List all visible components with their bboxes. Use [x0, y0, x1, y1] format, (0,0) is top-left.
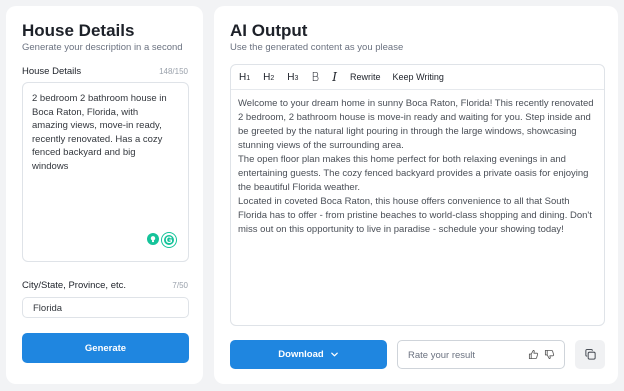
generate-button-label: Generate: [84, 342, 127, 354]
keep-writing-button[interactable]: Keep Writing: [393, 72, 444, 82]
heading3-button[interactable]: H3: [287, 72, 298, 83]
heading2-button[interactable]: H2: [263, 72, 274, 83]
city-input[interactable]: Florida: [22, 297, 189, 318]
generate-button[interactable]: Generate: [22, 333, 189, 363]
house-details-text[interactable]: 2 bedroom 2 bathroom house in Boca Raton…: [32, 92, 182, 173]
grammarly-widget[interactable]: G: [147, 233, 176, 247]
editor-content[interactable]: Welcome to your dream home in sunny Boca…: [238, 97, 600, 237]
ai-output-panel: AI Output Use the generated content as y…: [214, 6, 618, 384]
heading1-button[interactable]: H1: [239, 72, 250, 83]
copy-icon: [584, 348, 596, 360]
download-button-label: Download: [278, 349, 324, 360]
italic-button[interactable]: I: [332, 70, 337, 84]
thumbs-up-icon[interactable]: [528, 349, 539, 360]
rate-result-box: Rate your result: [397, 340, 565, 369]
bold-button[interactable]: B: [311, 70, 319, 84]
chevron-down-icon: [330, 352, 338, 357]
editor-toolbar: H1 H2 H3 B I Rewrite Keep Writing: [231, 65, 604, 90]
thumbs-down-icon[interactable]: [544, 349, 555, 360]
panel-subtitle: Generate your description in a second: [22, 42, 183, 53]
grammarly-icon[interactable]: G: [162, 233, 176, 247]
city-label: City/State, Province, etc.: [22, 280, 127, 291]
output-paragraph: Welcome to your dream home in sunny Boca…: [238, 98, 594, 151]
lightbulb-icon[interactable]: [147, 233, 159, 245]
panel-subtitle: Use the generated content as you please: [230, 42, 404, 53]
city-char-counter: 7/50: [172, 281, 188, 290]
details-char-counter: 148/150: [159, 67, 188, 76]
download-button[interactable]: Download: [230, 340, 387, 369]
details-label: House Details: [22, 66, 82, 77]
rewrite-button[interactable]: Rewrite: [350, 72, 381, 82]
rate-label: Rate your result: [408, 350, 476, 361]
output-paragraph: Located in coveted Boca Raton, this hous…: [238, 196, 592, 235]
house-details-panel: House Details Generate your description …: [6, 6, 203, 384]
output-paragraph: The open floor plan makes this home perf…: [238, 154, 589, 193]
house-details-textarea[interactable]: 2 bedroom 2 bathroom house in Boca Raton…: [22, 82, 189, 262]
panel-title: AI Output: [230, 21, 308, 40]
copy-button[interactable]: [575, 340, 605, 369]
panel-title: House Details: [22, 21, 135, 40]
output-editor[interactable]: H1 H2 H3 B I Rewrite Keep Writing Welcom…: [230, 64, 605, 326]
